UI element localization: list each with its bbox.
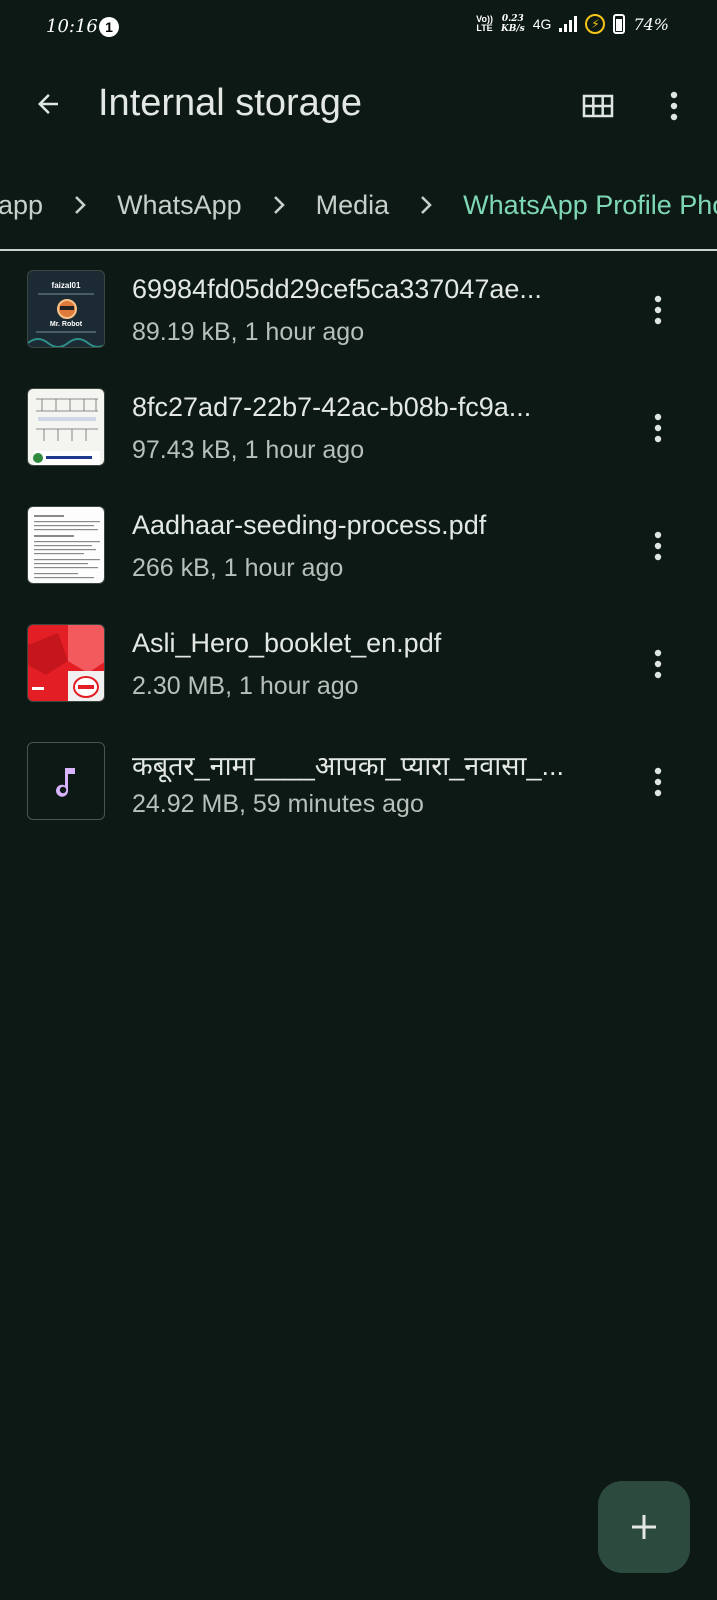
- file-thumbnail: [27, 624, 105, 702]
- file-thumbnail: [27, 506, 105, 584]
- file-name: Asli_Hero_booklet_en.pdf: [132, 628, 442, 658]
- arrow-back-icon: [38, 94, 58, 114]
- notification-badge: 1: [99, 17, 119, 37]
- file-thumbnail: [27, 742, 105, 820]
- divider: [0, 249, 717, 251]
- more-vert-icon: [670, 91, 678, 121]
- grid-view-icon: [582, 94, 614, 118]
- list-item[interactable]: 8fc27ad7-22b7-42ac-b08b-fc9a... 97.43 kB…: [0, 374, 717, 492]
- more-vert-icon: [654, 295, 662, 325]
- list-item[interactable]: Aadhaar-seeding-process.pdf 266 kB, 1 ho…: [0, 492, 717, 610]
- back-button[interactable]: [24, 80, 72, 128]
- list-item[interactable]: Asli_Hero_booklet_en.pdf 2.30 MB, 1 hour…: [0, 610, 717, 728]
- breadcrumb-item-whatsapp[interactable]: WhatsApp: [113, 190, 246, 221]
- file-name: 8fc27ad7-22b7-42ac-b08b-fc9a...: [132, 392, 532, 422]
- file-more-button[interactable]: [634, 758, 682, 806]
- chevron-right-icon: [409, 188, 443, 222]
- file-thumbnail: [27, 388, 105, 466]
- more-vert-icon: [654, 767, 662, 797]
- more-vert-icon: [654, 649, 662, 679]
- plus-icon: [632, 1515, 656, 1539]
- file-list: faizal01 Mr. Robot 69984fd05dd29cef5ca33…: [0, 256, 717, 846]
- breadcrumb-item-media[interactable]: Media: [312, 190, 394, 221]
- chevron-right-icon: [262, 188, 296, 222]
- status-time: 10:16: [46, 16, 98, 37]
- file-more-button[interactable]: [634, 640, 682, 688]
- file-more-button[interactable]: [634, 404, 682, 452]
- file-more-button[interactable]: [634, 522, 682, 570]
- more-options-button[interactable]: [650, 82, 698, 130]
- music-note-icon: [56, 768, 75, 797]
- more-vert-icon: [654, 531, 662, 561]
- file-meta: 89.19 kB, 1 hour ago: [132, 318, 365, 346]
- file-thumbnail: faizal01 Mr. Robot: [27, 270, 105, 348]
- status-icons: Vo)) LTE 0.23 KB/s 4G ⚡ 74%: [476, 14, 669, 34]
- more-vert-icon: [654, 413, 662, 443]
- file-meta: 2.30 MB, 1 hour ago: [132, 672, 359, 700]
- page-title: Internal storage: [98, 82, 363, 124]
- file-meta: 266 kB, 1 hour ago: [132, 554, 344, 582]
- list-item[interactable]: कबूतर_नामा____आपका_प्यारा_नवासा_... 24.9…: [0, 728, 717, 846]
- battery-percent: 74%: [633, 14, 669, 34]
- file-name: Aadhaar-seeding-process.pdf: [132, 510, 487, 540]
- file-meta: 97.43 kB, 1 hour ago: [132, 436, 365, 464]
- chevron-right-icon: [63, 188, 97, 222]
- battery-saver-icon: ⚡: [585, 14, 606, 34]
- file-name: कबूतर_नामा____आपका_प्यारा_नवासा_...: [132, 751, 565, 781]
- status-bar: 10:16 1 Vo)) LTE 0.23 KB/s 4G ⚡ 74%: [0, 0, 717, 54]
- file-meta: 24.92 MB, 59 minutes ago: [132, 790, 424, 818]
- grid-view-button[interactable]: [574, 82, 622, 130]
- add-fab-button[interactable]: [598, 1481, 690, 1573]
- breadcrumb-item-app[interactable]: app: [0, 190, 47, 221]
- file-name: 69984fd05dd29cef5ca337047ae...: [132, 274, 542, 304]
- network-type: 4G: [532, 16, 552, 32]
- list-item[interactable]: faizal01 Mr. Robot 69984fd05dd29cef5ca33…: [0, 256, 717, 374]
- network-speed: 0.23 KB/s: [500, 14, 525, 34]
- breadcrumb-item-current[interactable]: WhatsApp Profile Pho: [459, 190, 717, 221]
- volte-indicator: Vo)) LTE: [476, 14, 493, 33]
- signal-icon: [559, 16, 578, 32]
- file-more-button[interactable]: [634, 286, 682, 334]
- app-bar: Internal storage: [0, 60, 717, 148]
- breadcrumb: app WhatsApp Media WhatsApp Profile Pho: [0, 170, 717, 240]
- battery-icon: [613, 14, 626, 34]
